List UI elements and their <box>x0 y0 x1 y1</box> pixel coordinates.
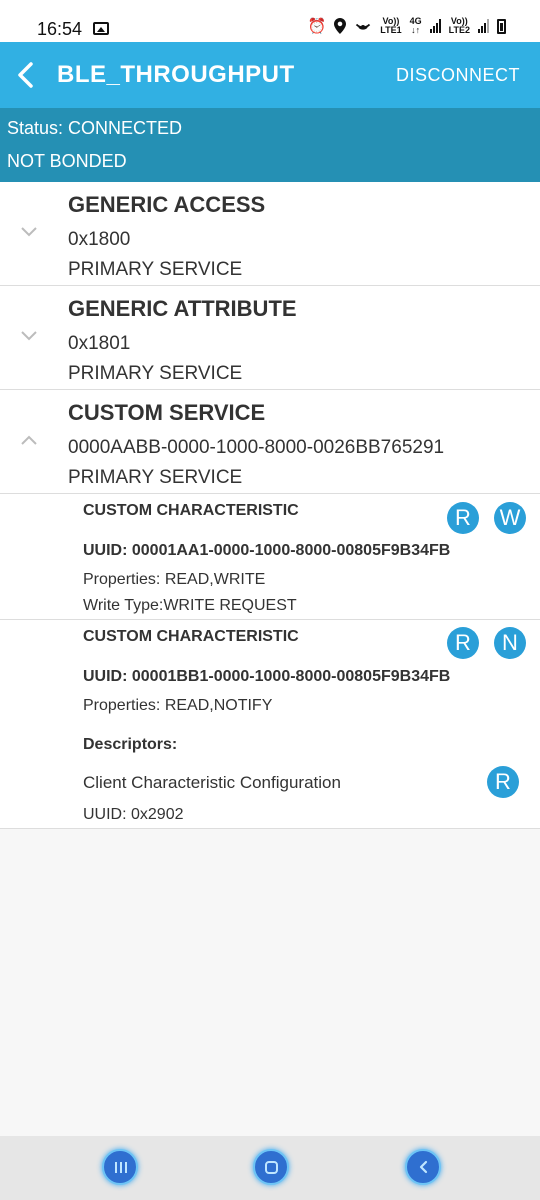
chevron-down-icon <box>21 331 37 341</box>
service-name: GENERIC ATTRIBUTE <box>68 296 297 321</box>
status-icons: ⏰ Vo)) LTE1 4G ↓↑ Vo)) LTE2 <box>308 17 506 35</box>
read-button[interactable]: R <box>447 502 479 534</box>
service-item-generic-attribute[interactable]: GENERIC ATTRIBUTE 0x1801 PRIMARY SERVICE <box>0 286 540 390</box>
service-item-generic-access[interactable]: GENERIC ACCESS 0x1800 PRIMARY SERVICE <box>0 182 540 286</box>
chevron-down-icon <box>21 227 37 237</box>
app-title: BLE_THROUGHPUT <box>57 61 295 88</box>
service-item-custom-service[interactable]: CUSTOM SERVICE 0000AABB-0000-1000-8000-0… <box>0 390 540 494</box>
write-button[interactable]: W <box>494 502 526 534</box>
characteristic-name: CUSTOM CHARACTERISTIC <box>83 628 299 645</box>
back-icon <box>419 1160 428 1174</box>
descriptor-read-button[interactable]: R <box>487 766 519 798</box>
home-icon <box>265 1161 278 1174</box>
app-bar: BLE_THROUGHPUT DISCONNECT <box>0 42 540 108</box>
back-arrow-icon[interactable] <box>12 60 42 90</box>
alarm-icon: ⏰ <box>307 17 327 35</box>
clock: 16:54 <box>37 19 83 39</box>
sim1-volte-label: Vo)) LTE1 <box>380 16 402 35</box>
service-uuid: 0000AABB-0000-1000-8000-0026BB765291 <box>68 437 445 458</box>
network-type-label: 4G ↓↑ <box>409 16 422 35</box>
sim2-volte-label: Vo)) LTE2 <box>448 16 470 35</box>
characteristic-item[interactable]: CUSTOM CHARACTERISTIC UUID: 00001BB1-000… <box>0 620 540 829</box>
hotspot-icon <box>356 23 371 30</box>
characteristic-properties: Properties: READ,NOTIFY <box>83 697 273 714</box>
characteristic-uuid: UUID: 00001AA1-0000-1000-8000-00805F9B34… <box>83 542 451 559</box>
system-navigation-bar <box>0 1136 540 1200</box>
service-uuid: 0x1801 <box>68 333 131 354</box>
read-button[interactable]: R <box>447 627 479 659</box>
descriptors-heading: Descriptors: <box>83 736 178 753</box>
services-list: GENERIC ACCESS 0x1800 PRIMARY SERVICE GE… <box>0 182 540 829</box>
service-type: PRIMARY SERVICE <box>68 363 243 384</box>
characteristic-properties: Properties: READ,WRITE <box>83 571 266 588</box>
signal-icon <box>429 19 441 33</box>
characteristic-item[interactable]: CUSTOM CHARACTERISTIC UUID: 00001AA1-000… <box>0 494 540 620</box>
image-icon <box>93 22 109 35</box>
home-button[interactable] <box>253 1149 289 1185</box>
characteristic-name: CUSTOM CHARACTERISTIC <box>83 502 299 519</box>
bond-status-text: NOT BONDED <box>7 151 127 171</box>
signal-icon <box>478 19 489 33</box>
characteristic-uuid: UUID: 00001BB1-0000-1000-8000-00805F9B34… <box>83 668 451 685</box>
disconnect-button[interactable]: DISCONNECT <box>396 65 520 86</box>
back-button[interactable] <box>405 1149 441 1185</box>
recent-apps-icon <box>115 1162 127 1173</box>
battery-icon <box>497 18 506 34</box>
descriptor-uuid: UUID: 0x2902 <box>83 806 184 823</box>
service-type: PRIMARY SERVICE <box>68 259 243 280</box>
location-icon <box>334 18 347 34</box>
notify-button[interactable]: N <box>494 627 526 659</box>
recent-apps-button[interactable] <box>102 1149 138 1185</box>
descriptor-name: Client Characteristic Configuration <box>83 773 341 792</box>
connection-status-panel: Status: CONNECTED NOT BONDED <box>0 108 540 182</box>
service-name: GENERIC ACCESS <box>68 192 266 217</box>
service-uuid: 0x1800 <box>68 229 131 250</box>
characteristic-write-type: Write Type:WRITE REQUEST <box>83 597 297 614</box>
chevron-up-icon <box>21 435 37 445</box>
service-type: PRIMARY SERVICE <box>68 467 243 488</box>
service-name: CUSTOM SERVICE <box>68 400 266 425</box>
system-status-bar: 16:54 ⏰ Vo)) LTE1 4G ↓↑ Vo)) LTE2 <box>0 0 540 42</box>
connection-status-text: Status: CONNECTED <box>7 118 183 138</box>
